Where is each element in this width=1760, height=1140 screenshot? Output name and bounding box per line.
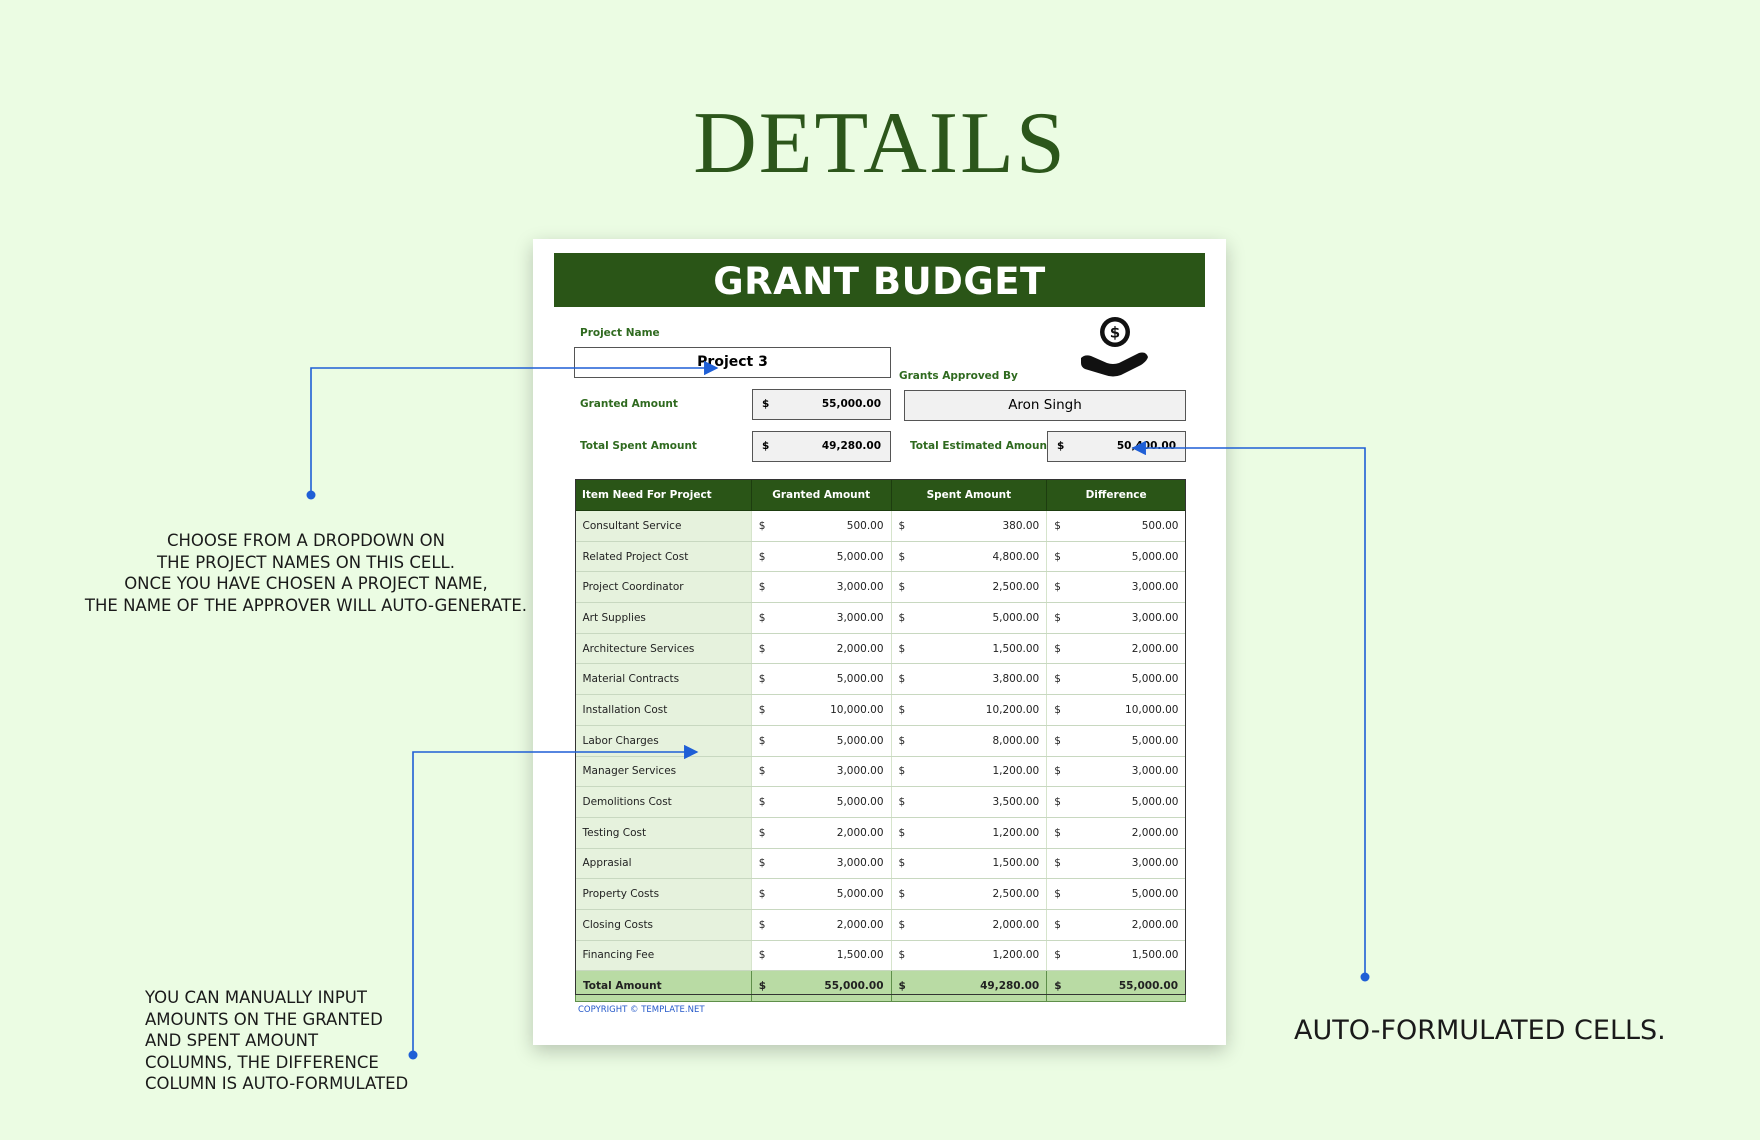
manual-input-callout-arrow [408, 744, 699, 1060]
dropdown-callout-arrow [306, 360, 719, 500]
callout-arrows [306, 360, 1370, 1060]
auto-formulated-callout-arrow [1131, 440, 1370, 982]
